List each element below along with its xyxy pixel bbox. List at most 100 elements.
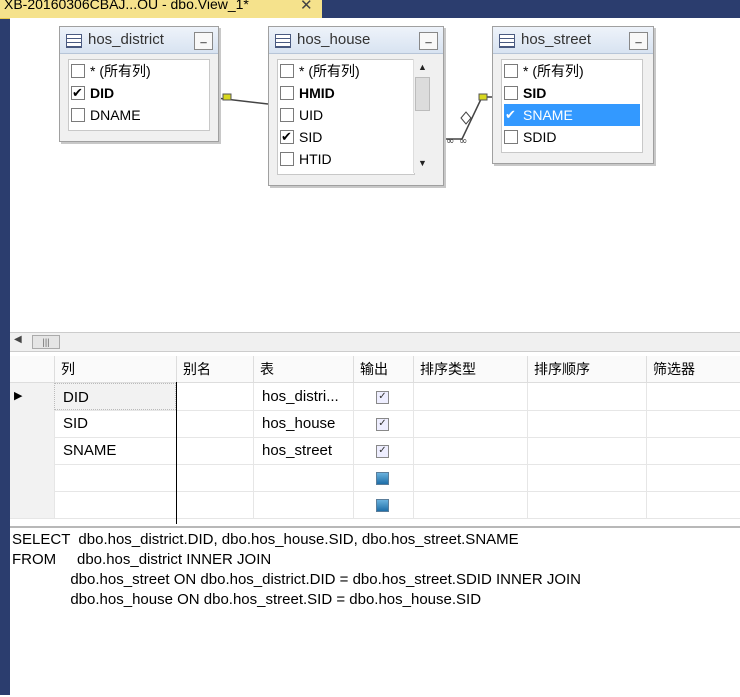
row-selector[interactable] <box>10 410 55 437</box>
cell-table[interactable]: hos_distri... <box>253 383 353 410</box>
checkbox[interactable] <box>280 86 294 100</box>
sql-pane[interactable]: SELECT dbo.hos_district.DID, dbo.hos_hou… <box>10 526 740 697</box>
checkbox[interactable] <box>280 64 294 78</box>
cell-column[interactable] <box>54 464 176 491</box>
header-output[interactable]: 输出 <box>353 356 413 382</box>
column-row-sid[interactable]: SID <box>504 82 546 104</box>
cell-sort-order[interactable] <box>527 437 646 464</box>
column-row-hmid[interactable]: HMID <box>280 82 335 104</box>
output-checkbox[interactable] <box>376 472 389 485</box>
cell-sort-type[interactable] <box>413 383 527 410</box>
table-hos-house[interactable]: hos_house _ * (所有列) HMID UID SID HTID ▲ … <box>268 26 444 186</box>
sql-line[interactable]: FROM dbo.hos_district INNER JOIN <box>12 550 271 570</box>
cell-output[interactable]: ✓ <box>353 437 413 464</box>
cell-filter[interactable] <box>646 437 740 464</box>
sql-line[interactable]: SELECT dbo.hos_district.DID, dbo.hos_hou… <box>12 530 519 550</box>
column-row-dname[interactable]: DNAME <box>71 104 141 126</box>
cell-output[interactable]: ✓ <box>353 383 413 410</box>
column-row-all[interactable]: * (所有列) <box>280 60 360 82</box>
cell-output[interactable] <box>353 464 413 491</box>
cell-alias[interactable] <box>176 491 253 518</box>
grid-row[interactable] <box>10 464 740 492</box>
table-hos-district[interactable]: hos_district _ * (所有列) DID DNAME <box>59 26 219 142</box>
criteria-grid[interactable]: 列 别名 表 输出 排序类型 排序顺序 筛选器 ▶ DID hos_distri… <box>10 356 740 524</box>
minimize-button[interactable]: _ <box>194 32 213 50</box>
scroll-up-icon[interactable]: ▲ <box>414 59 431 76</box>
checkbox[interactable] <box>504 104 518 126</box>
checkbox[interactable] <box>504 130 518 144</box>
output-checkbox[interactable]: ✓ <box>376 445 389 458</box>
cell-column[interactable] <box>54 491 176 518</box>
row-selector[interactable]: ▶ <box>10 383 55 410</box>
tab-view-1[interactable]: XB-20160306CBAJ...OU - dbo.View_1* ✕ <box>0 0 322 19</box>
row-selector[interactable] <box>10 491 55 518</box>
cell-alias[interactable] <box>176 437 253 464</box>
column-list-scrollbar[interactable]: ▲ ▼ <box>413 59 431 173</box>
cell-alias[interactable] <box>176 464 253 491</box>
table-header[interactable]: hos_district _ <box>60 27 218 54</box>
sql-line[interactable]: dbo.hos_street ON dbo.hos_district.DID =… <box>12 570 581 590</box>
cell-column[interactable]: SNAME <box>54 437 176 464</box>
scroll-down-icon[interactable]: ▼ <box>414 155 431 172</box>
row-selector[interactable] <box>10 464 55 491</box>
checkbox[interactable] <box>71 82 85 104</box>
output-checkbox[interactable] <box>376 499 389 512</box>
column-row-did[interactable]: DID <box>71 82 114 104</box>
header-filter[interactable]: 筛选器 <box>646 356 740 382</box>
grid-row[interactable]: SNAME hos_street ✓ <box>10 437 740 465</box>
cell-output[interactable]: ✓ <box>353 410 413 437</box>
column-row-uid[interactable]: UID <box>280 104 323 126</box>
header-table[interactable]: 表 <box>253 356 353 382</box>
minimize-button[interactable]: _ <box>419 32 438 50</box>
cell-column[interactable]: SID <box>54 410 176 437</box>
grid-row[interactable] <box>10 491 740 519</box>
column-row-all[interactable]: * (所有列) <box>71 60 151 82</box>
cell-sort-order[interactable] <box>527 410 646 437</box>
header-sort-order[interactable]: 排序顺序 <box>527 356 646 382</box>
header-alias[interactable]: 别名 <box>176 356 253 382</box>
column-row-all[interactable]: * (所有列) <box>504 60 584 82</box>
cell-sort-order[interactable] <box>527 383 646 410</box>
column-row-sid[interactable]: SID <box>280 126 322 148</box>
cell-column[interactable]: DID <box>54 383 176 410</box>
checkbox[interactable] <box>71 108 85 122</box>
sql-line[interactable]: dbo.hos_house ON dbo.hos_street.SID = db… <box>12 590 481 610</box>
cell-sort-type[interactable] <box>413 491 527 518</box>
cell-alias[interactable] <box>176 383 253 410</box>
scroll-thumb[interactable] <box>415 77 430 111</box>
cell-table[interactable]: hos_street <box>253 437 353 464</box>
cell-alias[interactable] <box>176 410 253 437</box>
cell-sort-order[interactable] <box>527 491 646 518</box>
column-row-sdid[interactable]: SDID <box>504 126 556 148</box>
cell-filter[interactable] <box>646 410 740 437</box>
header-sort-type[interactable]: 排序类型 <box>413 356 527 382</box>
checkbox[interactable] <box>504 64 518 78</box>
cell-output[interactable] <box>353 491 413 518</box>
column-row-htid[interactable]: HTID <box>280 148 332 170</box>
cell-sort-type[interactable] <box>413 437 527 464</box>
column-row-sname[interactable]: SNAME <box>504 104 640 126</box>
row-selector[interactable] <box>10 437 55 464</box>
close-icon[interactable]: ✕ <box>300 0 313 13</box>
cell-table[interactable] <box>253 491 353 518</box>
header-column[interactable]: 列 <box>54 356 176 382</box>
grid-row[interactable]: ▶ DID hos_distri... ✓ <box>10 383 740 411</box>
cell-table[interactable] <box>253 464 353 491</box>
checkbox[interactable] <box>280 126 294 148</box>
output-checkbox[interactable]: ✓ <box>376 391 389 404</box>
table-header[interactable]: hos_house _ <box>269 27 443 54</box>
table-header[interactable]: hos_street _ <box>493 27 653 54</box>
cell-sort-type[interactable] <box>413 410 527 437</box>
table-hos-street[interactable]: hos_street _ * (所有列) SID SNAME SDID <box>492 26 654 164</box>
checkbox[interactable] <box>280 108 294 122</box>
cell-sort-order[interactable] <box>527 464 646 491</box>
diagram-pane[interactable]: ∞ ∞ hos_district _ * (所有列) DID DNAME hos… <box>10 18 740 332</box>
diagram-horizontal-scrollbar[interactable]: ◀ ||| <box>10 332 740 352</box>
grid-row[interactable]: SID hos_house ✓ <box>10 410 740 438</box>
cell-filter[interactable] <box>646 383 740 410</box>
scroll-left-icon[interactable]: ◀ <box>14 334 22 345</box>
output-checkbox[interactable]: ✓ <box>376 418 389 431</box>
checkbox[interactable] <box>71 64 85 78</box>
checkbox[interactable] <box>504 86 518 100</box>
checkbox[interactable] <box>280 152 294 166</box>
